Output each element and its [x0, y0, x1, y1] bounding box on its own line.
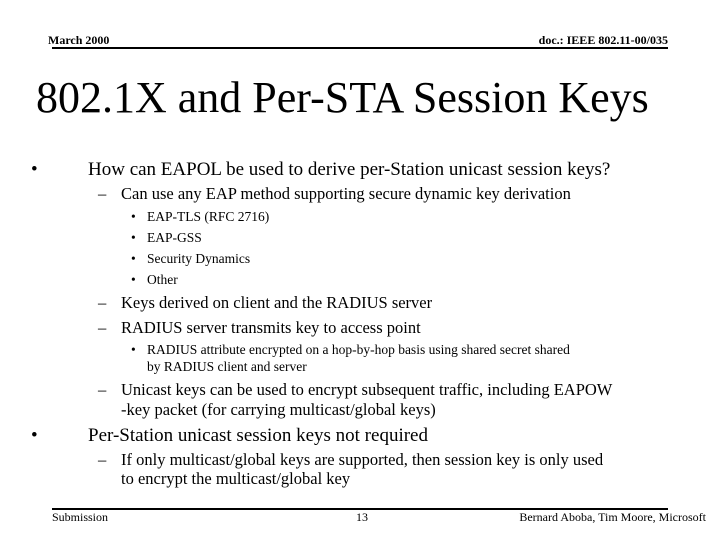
- header-date: March 2000: [48, 33, 110, 47]
- bullet-text: Per-Station unicast session keys not req…: [88, 425, 428, 446]
- header-doc-id: doc.: IEEE 802.11-00/035: [538, 33, 668, 47]
- item-marker: •: [131, 272, 136, 287]
- header-divider: [52, 47, 668, 49]
- list-item: EAP-GSS: [147, 230, 202, 245]
- sub-bullet-text: RADIUS server transmits key to access po…: [121, 318, 421, 337]
- dash-marker: –: [98, 318, 107, 337]
- item-marker: •: [131, 251, 136, 266]
- slide-title: 802.1X and Per-STA Session Keys: [36, 73, 649, 122]
- bullet-marker: •: [31, 159, 38, 180]
- bullet-text: How can EAPOL be used to derive per-Stat…: [88, 159, 611, 180]
- sub-bullet-text-line-2: to encrypt the multicast/global key: [121, 469, 351, 488]
- sub-bullet-text-line-1: If only multicast/global keys are suppor…: [121, 450, 604, 469]
- bullet-marker: •: [31, 425, 38, 446]
- dash-marker: –: [98, 184, 107, 203]
- dash-marker: –: [98, 293, 107, 312]
- list-item: EAP-TLS (RFC 2716): [147, 209, 270, 224]
- item-marker: •: [131, 342, 136, 357]
- dash-marker: –: [98, 450, 107, 469]
- page-number: 13: [356, 510, 368, 524]
- list-item-line-2: by RADIUS client and server: [147, 359, 307, 374]
- list-item: Other: [147, 272, 178, 287]
- sub-bullet-text: Keys derived on client and the RADIUS se…: [121, 293, 433, 312]
- sub-bullet-text-line-2: -key packet (for carrying multicast/glob…: [121, 400, 436, 419]
- item-marker: •: [131, 209, 136, 224]
- list-item-line-1: RADIUS attribute encrypted on a hop-by-h…: [147, 342, 570, 357]
- footer-submission: Submission: [52, 510, 109, 524]
- item-marker: •: [131, 230, 136, 245]
- sub-bullet-text-line-1: Unicast keys can be used to encrypt subs…: [121, 380, 613, 399]
- list-item: Security Dynamics: [147, 251, 251, 266]
- dash-marker: –: [98, 380, 107, 399]
- sub-bullet-text: Can use any EAP method supporting secure…: [121, 184, 571, 203]
- footer-authors: Bernard Aboba, Tim Moore, Microsoft: [519, 510, 706, 524]
